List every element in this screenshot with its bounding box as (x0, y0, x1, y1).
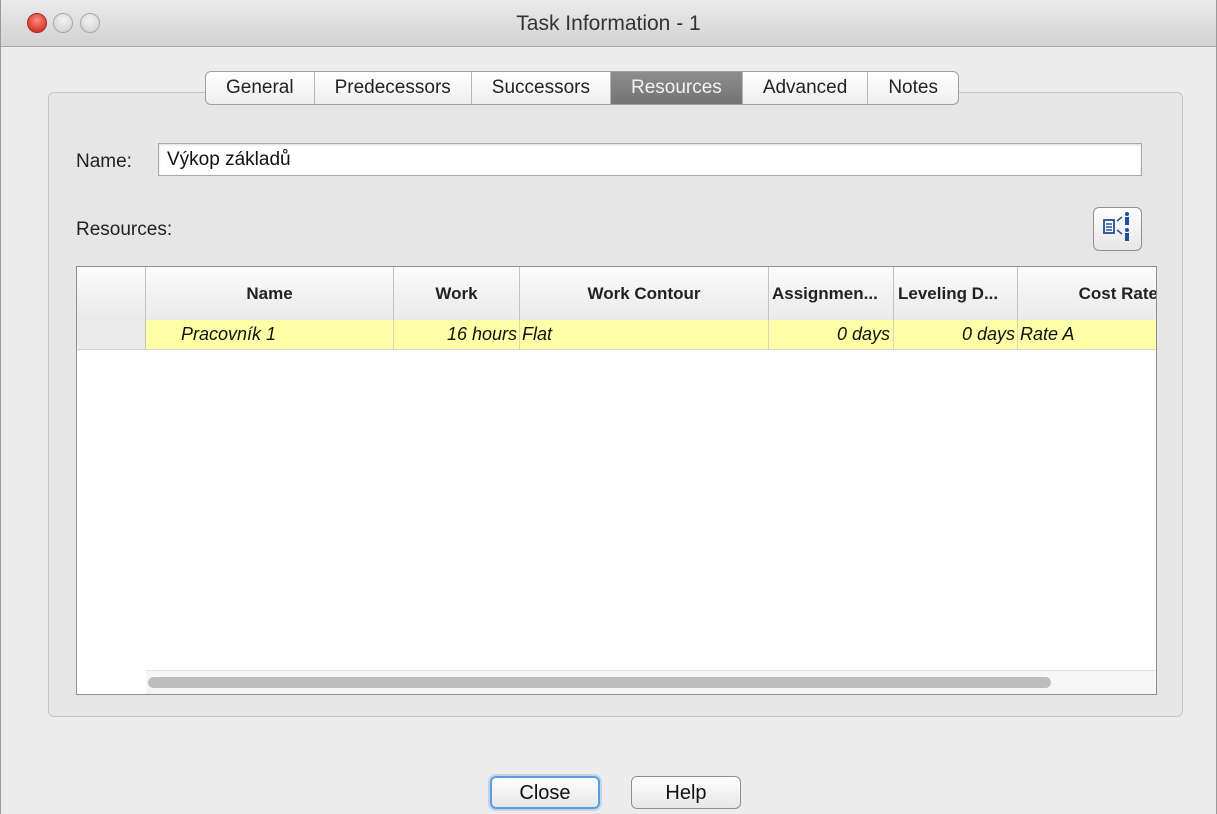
close-button[interactable]: Close (490, 776, 600, 809)
task-information-dialog: Task Information - 1 General Predecessor… (0, 0, 1217, 814)
column-header-work[interactable]: Work (394, 267, 520, 320)
table-row[interactable]: Pracovník 1 16 hours Flat 0 days 0 days … (146, 320, 1156, 350)
horizontal-scrollbar[interactable] (146, 670, 1156, 694)
tab-general[interactable]: General (206, 72, 315, 104)
tab-resources[interactable]: Resources (610, 72, 743, 104)
task-name-input[interactable] (158, 143, 1142, 176)
name-label: Name: (76, 151, 132, 172)
column-header-cost-rate[interactable]: Cost Rate (1018, 267, 1156, 320)
scrollbar-thumb[interactable] (148, 677, 1051, 688)
assign-resources-button[interactable] (1093, 207, 1142, 251)
cell-cost-rate[interactable]: Rate A (1018, 320, 1156, 349)
tab-advanced[interactable]: Advanced (743, 72, 869, 104)
assign-resources-icon (1103, 212, 1129, 241)
resources-label: Resources: (76, 219, 173, 240)
cell-leveling-delay[interactable]: 0 days (894, 320, 1018, 349)
column-header-name[interactable]: Name (146, 267, 394, 320)
title-bar: Task Information - 1 (1, 0, 1216, 47)
row-header[interactable] (77, 320, 146, 350)
tab-bar: General Predecessors Successors Resource… (205, 71, 959, 105)
window-title: Task Information - 1 (516, 12, 701, 35)
table-header: Name Work Work Contour Assignmen... Leve… (77, 267, 1156, 321)
column-header-assignment[interactable]: Assignmen... (769, 267, 894, 320)
help-button[interactable]: Help (631, 776, 741, 809)
cell-work-contour[interactable]: Flat (520, 320, 769, 349)
resources-table: Name Work Work Contour Assignmen... Leve… (76, 266, 1157, 695)
cell-name[interactable]: Pracovník 1 (146, 320, 394, 349)
tab-notes[interactable]: Notes (868, 72, 958, 104)
tab-predecessors[interactable]: Predecessors (315, 72, 472, 104)
row-header-corner (77, 267, 146, 320)
column-header-leveling[interactable]: Leveling D... (894, 267, 1018, 320)
cell-work[interactable]: 16 hours (394, 320, 520, 349)
tab-successors[interactable]: Successors (472, 72, 611, 104)
cell-assignment-delay[interactable]: 0 days (769, 320, 894, 349)
column-header-work-contour[interactable]: Work Contour (520, 267, 769, 320)
